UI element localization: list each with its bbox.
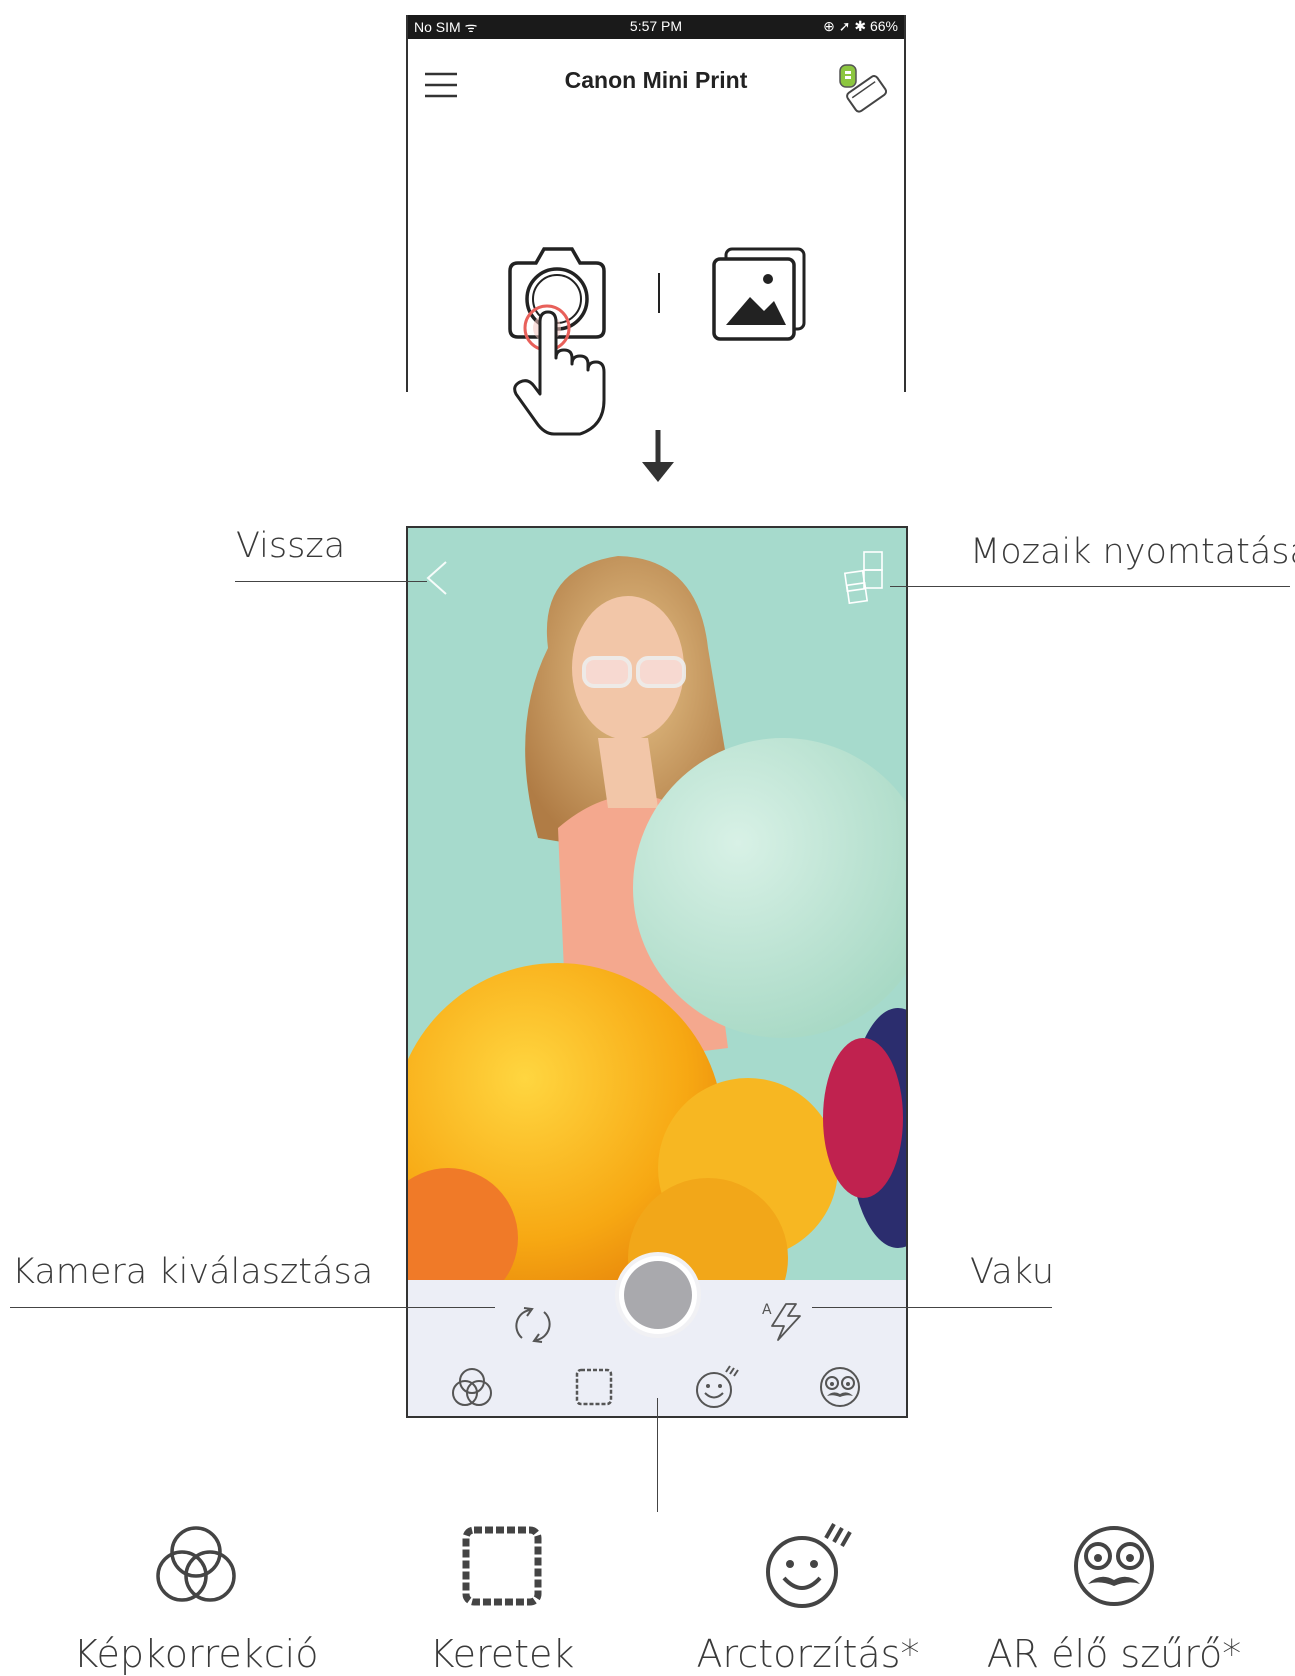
flash-auto-label: A <box>762 1302 772 1318</box>
color-correction-button[interactable] <box>447 1362 497 1412</box>
shutter-inner <box>624 1261 692 1329</box>
ar-filter-icon <box>1074 1526 1154 1606</box>
face-distort-button[interactable] <box>692 1362 742 1412</box>
home-screen: No SIM ᯤ 5:57 PM ⊕ ➚ ✱ 66% Canon Mini Pr… <box>406 15 906 392</box>
flash-callout: Vaku <box>970 1252 1055 1292</box>
flash-callout-line <box>812 1307 1052 1308</box>
mosaic-callout: Mozaik nyomtatása <box>970 532 1295 572</box>
flash-icon[interactable]: A <box>760 1298 806 1344</box>
camera-select-callout-line <box>10 1307 495 1308</box>
back-button[interactable] <box>422 558 452 598</box>
tools-callout-line <box>657 1398 658 1512</box>
battery-status: ⊕ ➚ ✱ 66% <box>823 18 898 34</box>
camera-screen: A <box>406 526 908 1418</box>
frames-button[interactable] <box>569 1362 619 1412</box>
mosaic-callout-line <box>890 586 1290 587</box>
shutter-button[interactable] <box>615 1252 701 1338</box>
divider <box>658 273 660 313</box>
printer-status-icon[interactable] <box>834 63 890 113</box>
gallery-button[interactable] <box>708 243 808 343</box>
camera-select-callout: Kamera kiválasztása <box>12 1252 374 1292</box>
color-correction-icon <box>156 1526 236 1602</box>
legend-label-frames: Keretek <box>429 1632 575 1676</box>
face-distort-icon <box>766 1523 852 1608</box>
down-arrow-icon <box>642 430 674 482</box>
mosaic-print-button[interactable] <box>842 550 886 604</box>
legend-label-ar-filter: AR élő szűrő* <box>986 1632 1242 1676</box>
app-title: Canon Mini Print <box>564 67 748 93</box>
legend-label-face-distort: Arctorzítás* <box>696 1632 920 1676</box>
camera-viewfinder <box>408 528 906 1280</box>
back-callout: Vissza <box>236 526 346 566</box>
ar-filter-button[interactable] <box>815 1362 865 1412</box>
tap-hand-icon <box>513 304 606 436</box>
status-bar: No SIM ᯤ 5:57 PM ⊕ ➚ ✱ 66% <box>408 15 904 39</box>
frames-icon <box>462 1526 542 1606</box>
back-callout-line <box>235 581 427 582</box>
legend-label-color-correction: Képkorrekció <box>73 1632 319 1676</box>
switch-camera-icon[interactable] <box>510 1302 556 1348</box>
